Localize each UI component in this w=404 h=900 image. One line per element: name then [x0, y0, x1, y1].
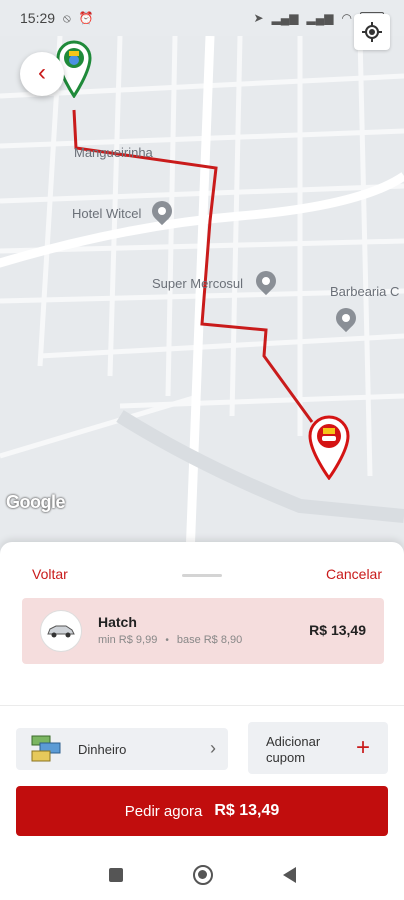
- mute-icon: ⦸: [63, 11, 71, 25]
- plus-icon: +: [355, 734, 370, 761]
- location-arrow-icon: ➤: [253, 11, 264, 25]
- sheet-drag-handle[interactable]: [182, 574, 222, 577]
- payment-label: Dinheiro: [78, 741, 127, 757]
- sheet-header: Voltar Cancelar: [0, 566, 404, 586]
- back-triangle-icon[interactable]: [282, 867, 296, 883]
- status-left: 15:29 ⦸ ⏰: [20, 10, 94, 26]
- order-label: Pedir agora: [124, 802, 203, 820]
- vehicle-price: R$ 13,49: [309, 622, 366, 638]
- signal-icon-2: ▂▄▆: [306, 11, 334, 25]
- crosshair-icon: [362, 22, 382, 42]
- google-logo: Google: [6, 492, 66, 512]
- vehicle-base-price: base R$ 8,90: [176, 634, 243, 646]
- status-time: 15:29: [20, 10, 56, 26]
- home-icon[interactable]: [192, 865, 213, 885]
- vehicle-option-card[interactable]: Hatch min R$ 9,99 • base R$ 8,90 R$ 13,4…: [22, 598, 384, 664]
- status-bar: 15:29 ⦸ ⏰ ➤ ▂▄▆ ▂▄▆ ◠: [0, 0, 404, 36]
- map-view[interactable]: Mangueirinha Hotel Witcel Super Mercosul…: [0, 36, 404, 556]
- destination-pin-icon: [308, 415, 350, 480]
- signal-icon: ▂▄▆: [271, 11, 299, 25]
- map-back-button[interactable]: ‹: [20, 52, 64, 96]
- map-label-barber: Barbearia C: [330, 284, 400, 299]
- alarm-icon: ⏰: [78, 11, 94, 25]
- separator-dot-icon: •: [165, 634, 169, 646]
- map-label-mangueirinha: Mangueirinha: [74, 145, 153, 160]
- map-label-hotel: Hotel Witcel: [72, 206, 142, 221]
- payment-method-selector[interactable]: Dinheiro ›: [16, 728, 228, 770]
- divider: [0, 705, 404, 706]
- system-nav-bar: [0, 850, 404, 900]
- ride-bottom-sheet: Voltar Cancelar Hatch min R$ 9,99 • base…: [0, 542, 404, 900]
- order-price: R$ 13,49: [214, 802, 280, 819]
- vehicle-min-price: min R$ 9,99: [98, 634, 158, 646]
- wifi-icon: ◠: [341, 11, 352, 25]
- order-now-button[interactable]: Pedir agora R$ 13,49: [16, 786, 388, 836]
- coupon-label: Adicionar cupom: [266, 734, 321, 765]
- chevron-right-icon: ›: [210, 738, 216, 758]
- cancel-link[interactable]: Cancelar: [326, 566, 382, 582]
- recents-icon[interactable]: [108, 868, 123, 882]
- chevron-left-icon: ‹: [38, 59, 46, 86]
- my-location-button[interactable]: [354, 14, 390, 50]
- add-coupon-button[interactable]: Adicionar cupom +: [248, 722, 388, 774]
- cash-icon: [30, 733, 62, 765]
- map-label-market: Super Mercosul: [152, 276, 244, 291]
- vehicle-name: Hatch: [98, 614, 137, 630]
- vehicle-meta: min R$ 9,99 • base R$ 8,90: [98, 634, 242, 646]
- car-icon: [40, 610, 82, 652]
- back-link[interactable]: Voltar: [32, 566, 68, 582]
